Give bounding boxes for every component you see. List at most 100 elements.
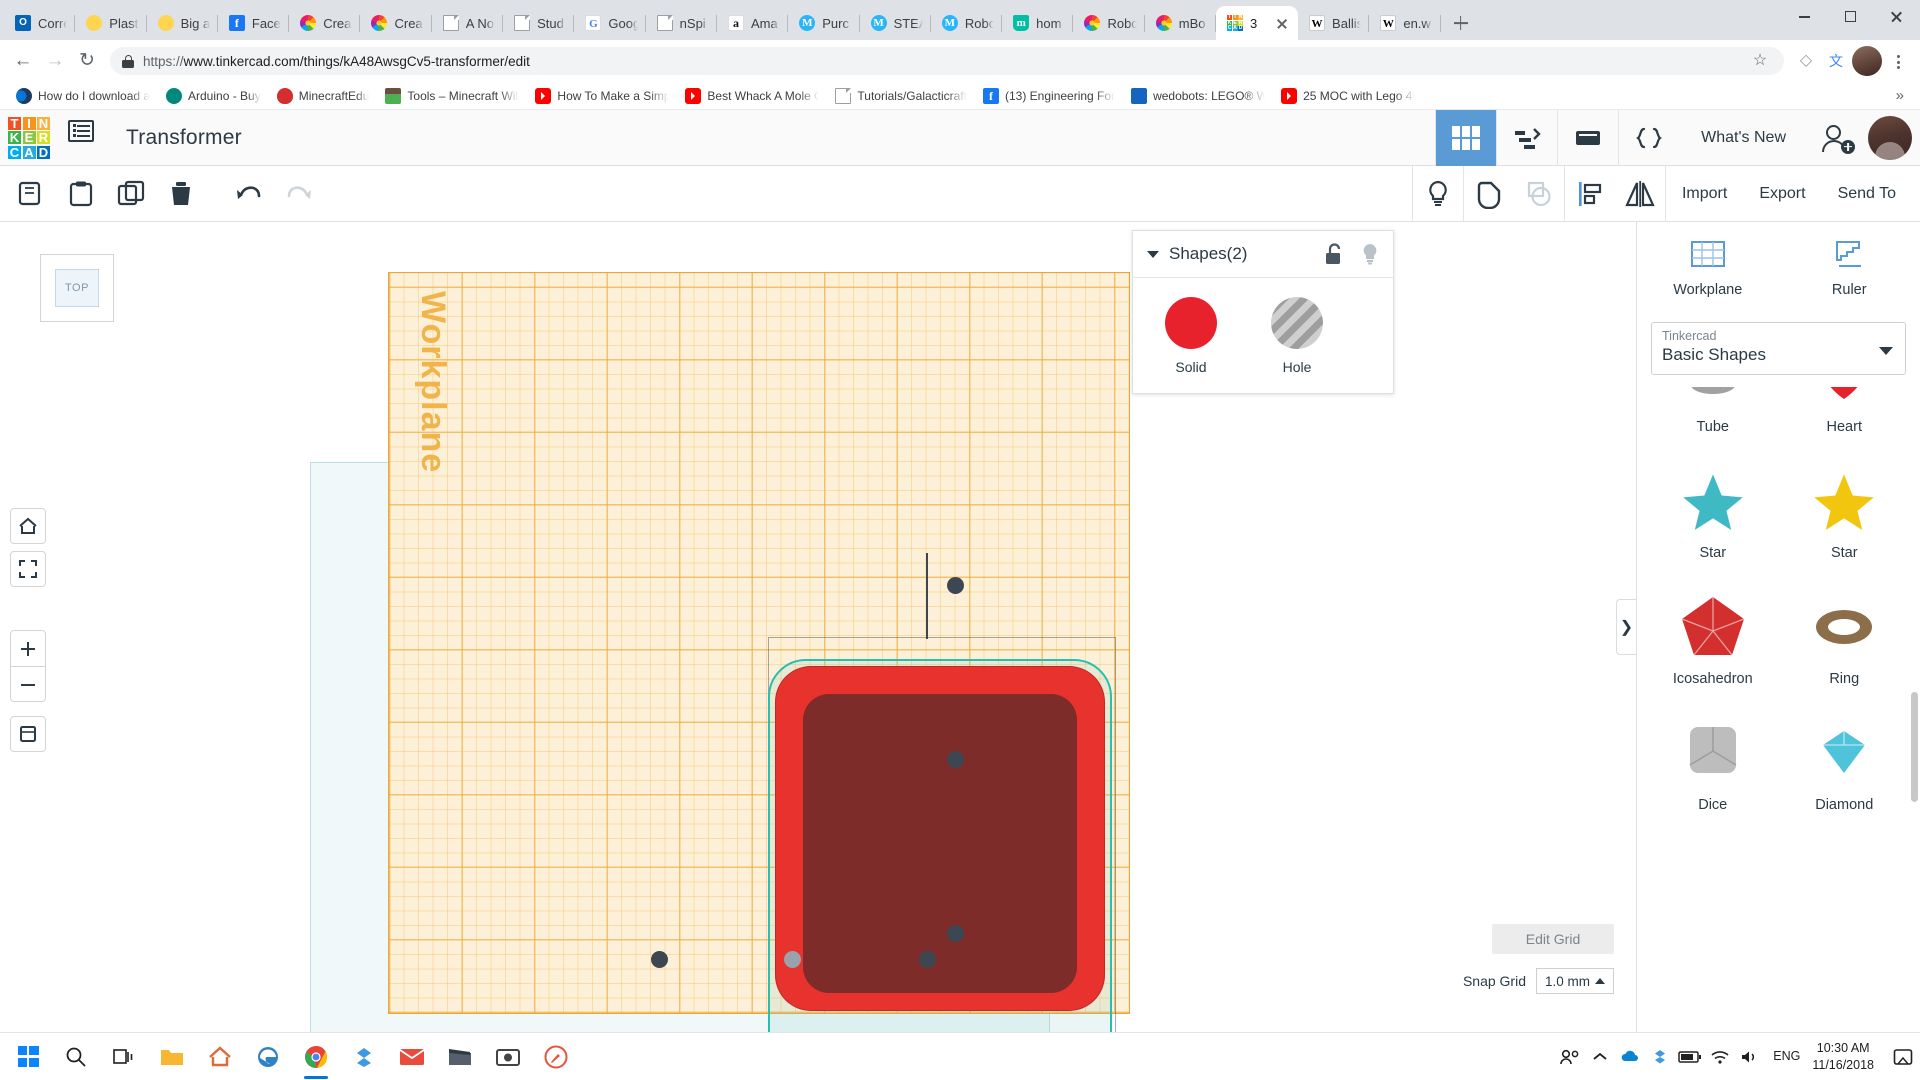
import-button[interactable]: Import xyxy=(1666,166,1743,222)
export-button[interactable]: Export xyxy=(1743,166,1821,222)
onedrive-icon[interactable] xyxy=(1615,1033,1645,1080)
battery-icon[interactable] xyxy=(1675,1033,1705,1080)
tinkercad-logo[interactable]: TINKERCAD xyxy=(8,117,50,159)
library-shape-item[interactable]: Ring xyxy=(1779,577,1911,703)
code-button[interactable] xyxy=(1618,110,1679,166)
corner-handle-br[interactable] xyxy=(947,925,964,942)
view-cube-top-face[interactable]: TOP xyxy=(55,269,99,307)
duplicate-button[interactable] xyxy=(106,166,156,222)
view-cube[interactable]: TOP xyxy=(40,254,114,322)
browser-tab[interactable]: Stud xyxy=(503,6,574,40)
simulator-button[interactable] xyxy=(1557,110,1618,166)
project-list-button[interactable] xyxy=(68,120,104,156)
profile-avatar[interactable] xyxy=(1852,46,1882,76)
library-shape-item[interactable]: Diamond xyxy=(1779,703,1911,829)
start-button[interactable] xyxy=(4,1033,52,1080)
chrome-menu-icon[interactable] xyxy=(1884,47,1912,75)
library-shape-item[interactable]: Dice xyxy=(1647,703,1779,829)
lightbulb-icon[interactable] xyxy=(1361,243,1379,265)
volume-icon[interactable] xyxy=(1735,1033,1765,1080)
task-view-button[interactable] xyxy=(100,1033,148,1080)
bookmark-item[interactable]: 25 MOC with Lego 46 xyxy=(1273,84,1423,108)
library-shape-item[interactable]: Star xyxy=(1647,451,1779,577)
browser-tab[interactable]: fFaceb xyxy=(218,6,289,40)
search-button[interactable] xyxy=(52,1033,100,1080)
reload-button[interactable]: ↻ xyxy=(72,46,102,76)
shapes-panel-header[interactable]: Shapes(2) xyxy=(1133,231,1393,277)
bookmarks-overflow-button[interactable]: » xyxy=(1888,87,1912,104)
browser-tab[interactable]: aAma xyxy=(717,6,788,40)
camera-app-button[interactable] xyxy=(484,1033,532,1080)
view-grid-button[interactable] xyxy=(1435,110,1496,166)
clock[interactable]: 10:30 AM 11/16/2018 xyxy=(1808,1040,1886,1074)
paste-button[interactable] xyxy=(56,166,106,222)
network-icon[interactable] xyxy=(1705,1033,1735,1080)
codeblocks-button[interactable] xyxy=(1496,110,1557,166)
solid-swatch[interactable] xyxy=(1165,297,1217,349)
redo-button[interactable] xyxy=(274,166,324,222)
home-view-button[interactable] xyxy=(10,508,46,544)
address-bar[interactable]: https://www.tinkercad.com/things/kA48Aws… xyxy=(110,47,1784,75)
browser-tab[interactable]: Wen.w xyxy=(1369,6,1440,40)
bookmark-item[interactable]: How do I download a xyxy=(8,84,158,108)
file-explorer-button[interactable] xyxy=(148,1033,196,1080)
browser-tab[interactable]: Robo xyxy=(1073,6,1144,40)
chevron-down-icon[interactable] xyxy=(1147,251,1159,258)
browser-tab[interactable]: A No xyxy=(432,6,503,40)
forward-button[interactable]: → xyxy=(40,46,70,76)
translate-icon[interactable]: 文 xyxy=(1822,47,1850,75)
mirror-button[interactable] xyxy=(1615,166,1665,222)
browser-tab[interactable]: MPurc xyxy=(788,6,859,40)
send-to-button[interactable]: Send To xyxy=(1822,166,1920,222)
side-handle-right[interactable] xyxy=(947,751,964,768)
browser-tab[interactable]: MRobo xyxy=(931,6,1002,40)
workplane-tool[interactable]: Workplane xyxy=(1637,222,1779,314)
new-tab-button[interactable] xyxy=(1447,9,1475,37)
mail-app-button[interactable] xyxy=(388,1033,436,1080)
browser-tab[interactable]: WBallis xyxy=(1298,6,1369,40)
bookmark-item[interactable]: How To Make a Simp xyxy=(527,84,677,108)
library-shape-item[interactable]: Tube xyxy=(1647,387,1779,451)
copy-button[interactable] xyxy=(6,166,56,222)
browser-tab[interactable]: mhom xyxy=(1002,6,1073,40)
zoom-out-button[interactable] xyxy=(11,667,45,702)
tab-close-icon[interactable] xyxy=(1274,15,1290,31)
light-button[interactable] xyxy=(1413,166,1463,222)
browser-tab[interactable]: TINKERCAD3 xyxy=(1216,6,1298,40)
corner-handle-bl[interactable] xyxy=(651,951,668,968)
browser-tab[interactable]: GGoog xyxy=(574,6,645,40)
bookmark-item[interactable]: wedobots: LEGO® W xyxy=(1123,84,1273,108)
browser-tab[interactable]: mBo xyxy=(1145,6,1216,40)
fit-all-button[interactable] xyxy=(10,551,46,587)
media-app-button[interactable] xyxy=(436,1033,484,1080)
maximize-button[interactable] xyxy=(1828,0,1874,32)
whats-new-button[interactable]: What's New xyxy=(1679,129,1808,147)
bookmark-item[interactable]: Arduino - Buy xyxy=(158,84,269,108)
dropbox-app-button[interactable] xyxy=(340,1033,388,1080)
show-hidden-icons-button[interactable] xyxy=(1585,1033,1615,1080)
minimize-button[interactable] xyxy=(1782,0,1828,32)
hole-swatch[interactable] xyxy=(1271,297,1323,349)
edit-grid-button[interactable]: Edit Grid xyxy=(1492,924,1614,954)
library-shape-item[interactable]: Icosahedron xyxy=(1647,577,1779,703)
bookmark-item[interactable]: f(13) Engineering For xyxy=(975,84,1123,108)
library-shape-item[interactable]: Heart xyxy=(1779,387,1911,451)
shape-mode-option[interactable]: Hole xyxy=(1271,297,1323,375)
dropbox-tray-icon[interactable] xyxy=(1645,1033,1675,1080)
align-button[interactable] xyxy=(1565,166,1615,222)
delete-button[interactable] xyxy=(156,166,206,222)
browser-tab[interactable]: MSTEA xyxy=(860,6,931,40)
browser-tab[interactable]: Crea xyxy=(289,6,360,40)
browser-tab[interactable]: Big a xyxy=(147,6,218,40)
library-scrollbar[interactable] xyxy=(1911,692,1918,802)
close-window-button[interactable] xyxy=(1874,0,1920,32)
ruler-tool[interactable]: Ruler xyxy=(1779,222,1920,314)
bookmark-item[interactable]: MinecraftEdu xyxy=(269,84,378,108)
library-collection-select[interactable]: Tinkercad Basic Shapes xyxy=(1651,322,1906,375)
shape-red-box[interactable] xyxy=(775,666,1105,1011)
back-button[interactable]: ← xyxy=(8,46,38,76)
bookmark-item[interactable]: Best Whack A Mole G xyxy=(677,84,827,108)
edge-browser-button[interactable] xyxy=(244,1033,292,1080)
bookmark-item[interactable]: Tutorials/Galacticraft xyxy=(827,84,975,108)
browser-tab[interactable]: OCorre xyxy=(4,6,75,40)
